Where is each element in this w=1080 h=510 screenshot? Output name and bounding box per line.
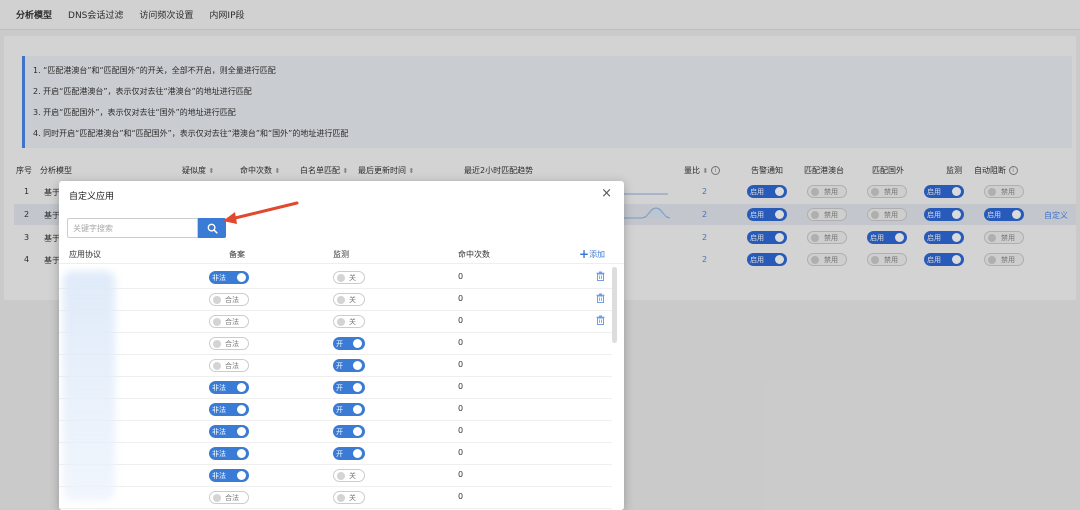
filing-toggle[interactable]: 合法 [209, 337, 249, 350]
hit-count: 0 [458, 470, 464, 479]
hit-count: 0 [458, 272, 464, 281]
hit-count: 0 [458, 360, 464, 369]
toggle-label: 合法 [225, 361, 239, 370]
monitor-toggle[interactable]: 开 [333, 425, 365, 438]
table-row[interactable]: 合法 关 0 [59, 487, 612, 509]
filing-toggle[interactable]: 非法 [209, 469, 249, 482]
monitor-toggle[interactable]: 关 [333, 293, 365, 306]
scrollbar[interactable] [612, 267, 617, 343]
filing-toggle[interactable]: 非法 [209, 425, 249, 438]
table-row[interactable]: 非法 关 0 [59, 267, 612, 289]
toggle-label: 合法 [225, 317, 239, 326]
toggle-label: 非法 [212, 383, 226, 392]
filing-toggle[interactable]: 合法 [209, 315, 249, 328]
table-row[interactable]: 非法 开 0 [59, 399, 612, 421]
table-row[interactable]: 非法 开 0 [59, 377, 612, 399]
table-row[interactable]: 非法 关 0 [59, 465, 612, 487]
hit-count: 0 [458, 426, 464, 435]
filing-toggle[interactable]: 非法 [209, 271, 249, 284]
hit-count: 0 [458, 448, 464, 457]
toggle-label: 关 [349, 273, 356, 282]
trash-icon[interactable] [596, 271, 605, 283]
toggle-label: 关 [349, 295, 356, 304]
table-row[interactable]: 合法 关 0 [59, 311, 612, 333]
toggle-label: 非法 [212, 405, 226, 414]
monitor-toggle[interactable]: 关 [333, 469, 365, 482]
table-row[interactable]: 合法 关 0 [59, 289, 612, 311]
close-icon[interactable]: × [601, 186, 612, 201]
monitor-toggle[interactable]: 开 [333, 359, 365, 372]
toggle-label: 合法 [225, 339, 239, 348]
header-hits: 命中次数 [458, 250, 490, 259]
hit-count: 0 [458, 294, 464, 303]
monitor-toggle[interactable]: 开 [333, 447, 365, 460]
header-monitor: 监测 [333, 250, 349, 259]
search-input[interactable] [67, 218, 198, 238]
monitor-toggle[interactable]: 关 [333, 315, 365, 328]
toggle-label: 非法 [212, 471, 226, 480]
hit-count: 0 [458, 338, 464, 347]
filing-toggle[interactable]: 非法 [209, 403, 249, 416]
table-row[interactable]: 非法 开 0 [59, 443, 612, 465]
toggle-label: 非法 [212, 427, 226, 436]
monitor-toggle[interactable]: 关 [333, 491, 365, 504]
table-row[interactable]: 非法 开 0 [59, 421, 612, 443]
hit-count: 0 [458, 382, 464, 391]
monitor-toggle[interactable]: 开 [333, 337, 365, 350]
filing-toggle[interactable]: 合法 [209, 491, 249, 504]
toggle-label: 开 [336, 449, 343, 458]
add-button[interactable]: +添加 [579, 247, 605, 261]
redacted-protocol-names [63, 271, 115, 501]
custom-app-dialog: 自定义应用 × 应用协议 备案 监测 命中次数 +添加 非法关0合法关0合法关0… [59, 181, 624, 510]
toggle-label: 开 [336, 383, 343, 392]
filing-toggle[interactable]: 非法 [209, 381, 249, 394]
toggle-label: 合法 [225, 493, 239, 502]
annotation-arrow-icon [223, 201, 299, 224]
dialog-table-header: 应用协议 备案 监测 命中次数 +添加 [59, 244, 624, 264]
table-row[interactable]: 合法 开 0 [59, 355, 612, 377]
monitor-toggle[interactable]: 开 [333, 403, 365, 416]
toggle-label: 非法 [212, 449, 226, 458]
toggle-label: 开 [336, 427, 343, 436]
monitor-toggle[interactable]: 开 [333, 381, 365, 394]
filing-toggle[interactable]: 合法 [209, 293, 249, 306]
toggle-label: 非法 [212, 273, 226, 282]
trash-icon[interactable] [596, 315, 605, 327]
table-row[interactable]: 合法 开 0 [59, 333, 612, 355]
dialog-title: 自定义应用 [69, 192, 115, 202]
header-filing: 备案 [229, 250, 245, 259]
filing-toggle[interactable]: 合法 [209, 359, 249, 372]
trash-icon[interactable] [596, 293, 605, 305]
toggle-label: 关 [349, 317, 356, 326]
filing-toggle[interactable]: 非法 [209, 447, 249, 460]
toggle-label: 关 [349, 493, 356, 502]
header-protocol: 应用协议 [69, 250, 101, 259]
plus-icon: + [579, 247, 590, 261]
search-icon [207, 223, 218, 234]
hit-count: 0 [458, 404, 464, 413]
toggle-label: 开 [336, 361, 343, 370]
toggle-label: 关 [349, 471, 356, 480]
toggle-label: 开 [336, 339, 343, 348]
toggle-label: 开 [336, 405, 343, 414]
add-label: 添加 [589, 250, 606, 259]
monitor-toggle[interactable]: 关 [333, 271, 365, 284]
toggle-label: 合法 [225, 295, 239, 304]
hit-count: 0 [458, 316, 464, 325]
hit-count: 0 [458, 492, 464, 501]
